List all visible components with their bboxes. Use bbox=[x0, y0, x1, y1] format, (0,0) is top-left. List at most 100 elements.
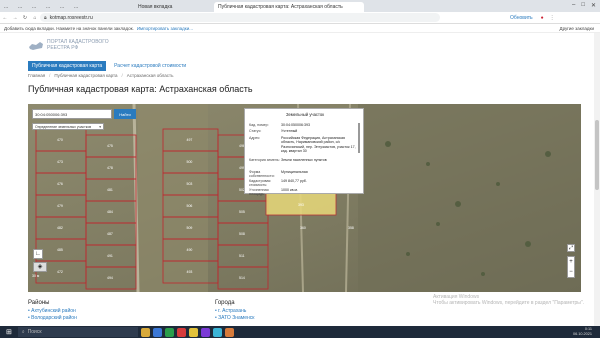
measure-icon[interactable]: ∟ bbox=[33, 249, 43, 259]
popup-value: Учтенный bbox=[281, 129, 298, 133]
popup-label: Статус: bbox=[249, 129, 262, 133]
windows-start-icon[interactable]: ⊞ bbox=[6, 328, 12, 336]
browser-tab[interactable]: ... bbox=[56, 2, 70, 12]
parcel-number: 493 bbox=[187, 270, 193, 274]
chrome-icon[interactable] bbox=[188, 327, 198, 337]
breadcrumb-item[interactable]: Публичная кадастровая карта bbox=[54, 73, 117, 78]
breadcrumb: Главная / Публичная кадастровая карта / … bbox=[28, 73, 173, 78]
list-item-label: Ахтубинский район bbox=[31, 308, 76, 314]
tab-label: ... bbox=[4, 4, 9, 10]
import-bookmarks-link[interactable]: Импортировать закладки... bbox=[137, 26, 193, 31]
zoom-out-icon[interactable]: − bbox=[569, 269, 573, 275]
popup-row: Кад. номер: 30:04:050006:393 bbox=[249, 123, 357, 127]
layer-select[interactable]: Определение земельных участков ▾ bbox=[32, 123, 104, 130]
list-item[interactable]: • ЗАТО Знаменск bbox=[215, 315, 254, 322]
edge-icon[interactable] bbox=[152, 327, 162, 337]
home-icon[interactable]: ⌂ bbox=[30, 15, 40, 21]
russia-map-icon bbox=[29, 41, 43, 50]
profile-button[interactable]: Обновить bbox=[510, 15, 533, 21]
system-clock[interactable]: 0:11 06.10.2021 bbox=[573, 327, 592, 337]
map-search-button[interactable]: Найти bbox=[114, 109, 136, 119]
zoom-control: + − bbox=[567, 256, 575, 278]
browser-tab[interactable]: ... bbox=[28, 2, 42, 12]
browser-tab[interactable]: ... bbox=[14, 2, 28, 12]
popup-label: Категория земель: bbox=[249, 158, 280, 162]
search-button-label: Найти bbox=[119, 111, 131, 117]
browser-tab-active[interactable]: Публичная кадастровая карта: Астраханска… bbox=[214, 2, 364, 12]
map-scale: 30 м bbox=[32, 274, 40, 278]
tab-public-map[interactable]: Публичная кадастровая карта bbox=[28, 61, 107, 71]
layer-select-value: Определение земельных участков bbox=[35, 124, 92, 129]
url-field[interactable]: 🔒︎ kotmap.rosreestr.ru bbox=[40, 13, 440, 22]
page-scrollbar-thumb[interactable] bbox=[595, 120, 599, 190]
cities-section: Города • г. Астрахань • ЗАТО Знаменск bbox=[215, 300, 254, 321]
fullscreen-icon[interactable]: ⤢ bbox=[567, 244, 575, 252]
maximize-icon[interactable]: □ bbox=[581, 2, 585, 9]
reload-icon[interactable]: ↻ bbox=[20, 15, 30, 21]
parcel-number: 500 bbox=[187, 160, 193, 164]
opera-icon[interactable] bbox=[176, 327, 186, 337]
close-icon[interactable]: ✕ bbox=[591, 2, 596, 9]
parcel-number: 481 bbox=[107, 188, 113, 192]
file-explorer-icon[interactable] bbox=[140, 327, 150, 337]
tab-label: ... bbox=[60, 4, 65, 10]
other-bookmarks[interactable]: Другие закладки bbox=[560, 26, 594, 31]
popup-value: 1000 кв.м. bbox=[281, 188, 298, 192]
popup-row: Категория земель: Земли населенных пункт… bbox=[249, 158, 357, 162]
parcel-number: 508 bbox=[239, 232, 245, 236]
parcel-number: 479 bbox=[57, 204, 63, 208]
site-logo[interactable]: ПОРТАЛ КАДАСТРОВОГО РЕЕСТРА РФ bbox=[28, 39, 109, 51]
browser-tab-new[interactable]: Новая вкладка bbox=[134, 2, 194, 12]
parcel-number: 491 bbox=[107, 254, 113, 258]
browser-tab[interactable]: ... bbox=[42, 2, 56, 12]
app-icon[interactable] bbox=[200, 327, 210, 337]
search-value: 30:04:050006:393 bbox=[35, 111, 68, 117]
popup-title: Земельный участок bbox=[285, 112, 325, 117]
parcel-number: 475 bbox=[107, 144, 113, 148]
popup-scrollbar[interactable] bbox=[358, 123, 360, 153]
app-icon[interactable] bbox=[212, 327, 222, 337]
popup-label: Адрес: bbox=[249, 136, 261, 140]
app-icon[interactable] bbox=[224, 327, 234, 337]
list-item[interactable]: • Володарский район bbox=[28, 315, 77, 322]
parcel-number: 506 bbox=[187, 204, 193, 208]
list-item-label: г. Астрахань bbox=[218, 308, 247, 314]
popup-row: Уточненная площадь: 1000 кв.м. bbox=[249, 188, 357, 196]
parcel-number: 478 bbox=[107, 166, 113, 170]
parcel-number: 494 bbox=[107, 276, 113, 280]
search-icon: ⌕ bbox=[21, 329, 25, 335]
store-icon[interactable] bbox=[164, 327, 174, 337]
parcel-number: 470 bbox=[57, 138, 63, 142]
popup-value: Российская Федерация, Астраханская облас… bbox=[281, 136, 356, 154]
popup-value: Земли населенных пунктов bbox=[281, 158, 327, 162]
logo-line2: РЕЕСТРА РФ bbox=[47, 44, 79, 51]
back-icon[interactable]: ← bbox=[0, 15, 10, 21]
chevron-down-icon: ▾ bbox=[99, 124, 101, 129]
browser-tab[interactable]: ... bbox=[0, 2, 14, 12]
windows-taskbar: ⊞ ⌕ Поиск 0:11 06.10.2021 bbox=[0, 326, 600, 338]
list-item-label: Володарский район bbox=[31, 314, 77, 321]
minimize-icon[interactable]: – bbox=[572, 2, 575, 9]
forward-icon[interactable]: → bbox=[10, 15, 20, 21]
parcel-number: 482 bbox=[57, 226, 63, 230]
breadcrumb-item: Астраханская область bbox=[126, 73, 174, 78]
parcel-number: 497 bbox=[187, 138, 193, 142]
taskbar-search[interactable]: ⌕ Поиск bbox=[17, 327, 138, 337]
popup-label: Форма собственности: bbox=[249, 170, 275, 178]
list-item-label: ЗАТО Знаменск bbox=[218, 314, 255, 321]
map-search-input[interactable]: 30:04:050006:393 bbox=[32, 109, 112, 119]
popup-row: Статус: Учтенный bbox=[249, 129, 357, 133]
tab-cost-calc[interactable]: Расчет кадастровой стоимости bbox=[110, 61, 190, 71]
cadastral-map[interactable]: 470 473 476 479 482 485 472 475 478 481 484 487 491 4… bbox=[28, 104, 581, 292]
extension-icon[interactable]: ● bbox=[541, 15, 544, 21]
layers-icon[interactable]: ◈ bbox=[33, 262, 47, 272]
breadcrumb-item[interactable]: Главная bbox=[28, 73, 45, 78]
clock-date: 06.10.2021 bbox=[572, 331, 592, 336]
browser-tab[interactable]: ... bbox=[70, 2, 84, 12]
bookmarks-bar: Добавить сюда вкладки. Нажмите на значок… bbox=[0, 24, 600, 33]
popup-value: 30:04:050006:393 bbox=[281, 123, 310, 127]
taskbar-search-placeholder: Поиск bbox=[27, 329, 42, 335]
menu-icon[interactable]: ⋮ bbox=[550, 15, 555, 21]
zoom-in-icon[interactable]: + bbox=[569, 259, 573, 265]
parcel-number: 490 bbox=[187, 248, 193, 252]
